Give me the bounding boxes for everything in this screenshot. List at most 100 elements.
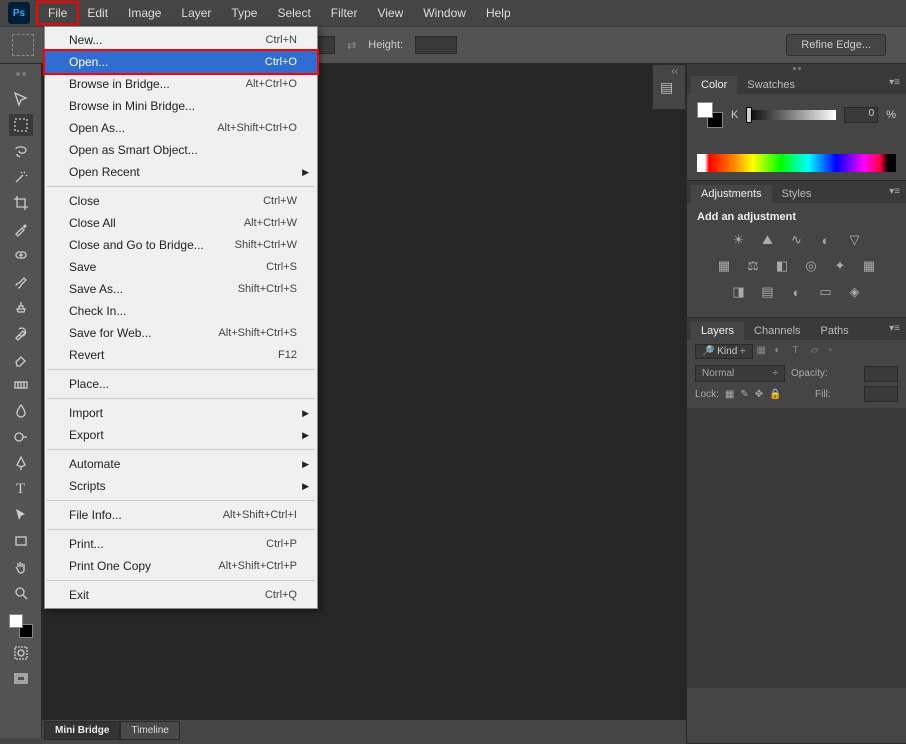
- quick-mask-toggle[interactable]: [9, 642, 33, 664]
- panel-menu-icon[interactable]: ▾≡: [889, 186, 900, 197]
- filter-shape-icon[interactable]: ▱: [811, 345, 825, 359]
- menuitem-import[interactable]: Import▶: [45, 402, 317, 424]
- eyedropper-tool[interactable]: [9, 218, 33, 240]
- move-tool[interactable]: [9, 88, 33, 110]
- panel-menu-icon[interactable]: ▾≡: [889, 77, 900, 88]
- tab-timeline[interactable]: Timeline: [120, 721, 179, 740]
- color-lookup-icon[interactable]: ▦: [860, 257, 878, 275]
- filter-type-icon[interactable]: T: [793, 345, 807, 359]
- fill-input[interactable]: [864, 386, 898, 402]
- menuitem-file-info-[interactable]: File Info...Alt+Shift+Ctrl+I: [45, 504, 317, 526]
- collapsed-dock[interactable]: ▤: [652, 64, 686, 110]
- gradient-tool[interactable]: [9, 374, 33, 396]
- bw-icon[interactable]: ◧: [773, 257, 791, 275]
- tab-channels[interactable]: Channels: [744, 322, 810, 340]
- hue-icon[interactable]: ▦: [715, 257, 733, 275]
- magic-wand-tool[interactable]: [9, 166, 33, 188]
- crop-tool[interactable]: [9, 192, 33, 214]
- menuitem-open-[interactable]: Open...Ctrl+O: [45, 51, 317, 73]
- tab-adjustments[interactable]: Adjustments: [691, 185, 772, 203]
- menuitem-exit[interactable]: ExitCtrl+Q: [45, 584, 317, 606]
- rectangle-tool[interactable]: [9, 530, 33, 552]
- blur-tool[interactable]: [9, 400, 33, 422]
- channel-mixer-icon[interactable]: ✦: [831, 257, 849, 275]
- menuitem-automate[interactable]: Automate▶: [45, 453, 317, 475]
- panel-menu-icon[interactable]: ▾≡: [889, 323, 900, 334]
- color-fg-bg[interactable]: [697, 102, 723, 128]
- expand-arrow-icon[interactable]: ‹‹: [671, 66, 678, 77]
- menuitem-export[interactable]: Export▶: [45, 424, 317, 446]
- blend-mode-select[interactable]: Normal ÷: [695, 365, 785, 382]
- menuitem-print-[interactable]: Print...Ctrl+P: [45, 533, 317, 555]
- menu-edit[interactable]: Edit: [77, 3, 118, 23]
- layers-list[interactable]: [687, 408, 906, 688]
- layer-filter-kind[interactable]: 🔎 Kind ÷: [695, 344, 753, 359]
- menuitem-check-in-[interactable]: Check In...: [45, 300, 317, 322]
- tab-color[interactable]: Color: [691, 76, 737, 94]
- selective-color-icon[interactable]: ◈: [846, 283, 864, 301]
- pen-tool[interactable]: [9, 452, 33, 474]
- dodge-tool[interactable]: [9, 426, 33, 448]
- hand-tool[interactable]: [9, 556, 33, 578]
- refine-edge-button[interactable]: Refine Edge...: [786, 34, 886, 56]
- menuitem-place-[interactable]: Place...: [45, 373, 317, 395]
- history-brush-tool[interactable]: [9, 322, 33, 344]
- screen-mode-button[interactable]: [9, 668, 33, 690]
- menuitem-browse-in-bridge-[interactable]: Browse in Bridge...Alt+Ctrl+O: [45, 73, 317, 95]
- menuitem-open-as-smart-object-[interactable]: Open as Smart Object...: [45, 139, 317, 161]
- photo-filter-icon[interactable]: ◎: [802, 257, 820, 275]
- posterize-icon[interactable]: ▤: [759, 283, 777, 301]
- menuitem-print-one-copy[interactable]: Print One CopyAlt+Shift+Ctrl+P: [45, 555, 317, 577]
- curves-icon[interactable]: ∿: [788, 231, 806, 249]
- threshold-icon[interactable]: ◐: [788, 283, 806, 301]
- opacity-input[interactable]: [864, 366, 898, 382]
- height-input[interactable]: [415, 36, 457, 54]
- filter-pixel-icon[interactable]: ▦: [757, 345, 771, 359]
- exposure-icon[interactable]: ◐: [817, 231, 835, 249]
- menu-window[interactable]: Window: [413, 3, 476, 23]
- menuitem-open-recent[interactable]: Open Recent▶: [45, 161, 317, 183]
- tab-layers[interactable]: Layers: [691, 322, 744, 340]
- menu-filter[interactable]: Filter: [321, 3, 368, 23]
- vibrance-icon[interactable]: ▽: [846, 231, 864, 249]
- tab-swatches[interactable]: Swatches: [737, 76, 805, 94]
- history-icon[interactable]: ▤: [660, 79, 678, 97]
- menuitem-save-for-web-[interactable]: Save for Web...Alt+Shift+Ctrl+S: [45, 322, 317, 344]
- color-value-input[interactable]: 0: [844, 107, 878, 123]
- menuitem-close-and-go-to-bridge-[interactable]: Close and Go to Bridge...Shift+Ctrl+W: [45, 234, 317, 256]
- zoom-tool[interactable]: [9, 582, 33, 604]
- foreground-background-colors[interactable]: [9, 614, 33, 638]
- color-slider[interactable]: [746, 110, 836, 120]
- path-selection-tool[interactable]: [9, 504, 33, 526]
- filter-adjustment-icon[interactable]: ◐: [775, 345, 789, 359]
- marquee-tool-preset-icon[interactable]: [12, 34, 34, 56]
- swap-icon[interactable]: ⇄: [347, 39, 356, 52]
- menu-file[interactable]: File: [38, 3, 77, 23]
- menu-image[interactable]: Image: [118, 3, 171, 23]
- tab-mini-bridge[interactable]: Mini Bridge: [44, 721, 120, 740]
- menuitem-new-[interactable]: New...Ctrl+N: [45, 29, 317, 51]
- color-balance-icon[interactable]: ⚖: [744, 257, 762, 275]
- tab-paths[interactable]: Paths: [811, 322, 859, 340]
- levels-icon[interactable]: ⛰: [759, 231, 777, 249]
- menu-help[interactable]: Help: [476, 3, 521, 23]
- marquee-tool[interactable]: [9, 114, 33, 136]
- lock-move-icon[interactable]: ✥: [755, 389, 763, 400]
- lasso-tool[interactable]: [9, 140, 33, 162]
- clone-stamp-tool[interactable]: [9, 296, 33, 318]
- type-tool[interactable]: T: [9, 478, 33, 500]
- brightness-icon[interactable]: ☀: [730, 231, 748, 249]
- filter-smart-icon[interactable]: ▫: [829, 345, 843, 359]
- color-spectrum[interactable]: [697, 154, 896, 172]
- menuitem-save[interactable]: SaveCtrl+S: [45, 256, 317, 278]
- lock-position-icon[interactable]: ✎: [740, 389, 748, 400]
- lock-all-icon[interactable]: 🔒: [769, 389, 781, 400]
- menuitem-revert[interactable]: RevertF12: [45, 344, 317, 366]
- healing-brush-tool[interactable]: [9, 244, 33, 266]
- menuitem-save-as-[interactable]: Save As...Shift+Ctrl+S: [45, 278, 317, 300]
- tab-styles[interactable]: Styles: [772, 185, 822, 203]
- menu-type[interactable]: Type: [221, 3, 267, 23]
- invert-icon[interactable]: ◨: [730, 283, 748, 301]
- menuitem-browse-in-mini-bridge-[interactable]: Browse in Mini Bridge...: [45, 95, 317, 117]
- menuitem-close[interactable]: CloseCtrl+W: [45, 190, 317, 212]
